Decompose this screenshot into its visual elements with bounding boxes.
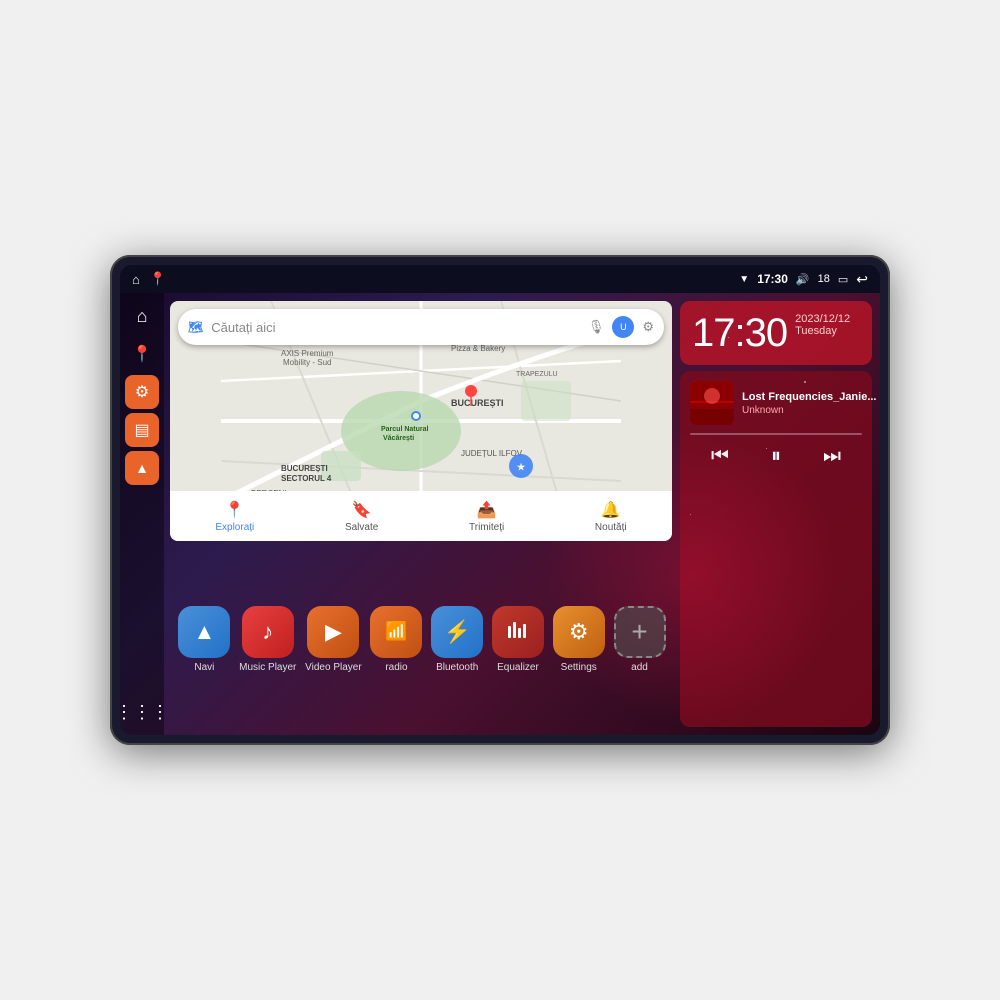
svg-text:BUCUREȘTI: BUCUREȘTI	[451, 398, 504, 408]
navi-icon: ▲	[193, 619, 215, 645]
app-navi[interactable]: ▲ Navi	[178, 606, 230, 673]
device-screen: ⌂ 📍 ▼ 17:30 🔊 18 ▭ ↩	[120, 265, 880, 735]
sidebar-item-settings[interactable]: ⚙	[125, 375, 159, 409]
svg-text:★: ★	[517, 462, 526, 472]
clock-widget: 17:30 2023/12/12 Tuesday	[680, 301, 872, 365]
add-icon: +	[631, 616, 647, 648]
app-bluetooth[interactable]: ⚡ Bluetooth	[431, 606, 483, 673]
center-area: Parcul Natural Văcărești AXIS Premium Mo…	[164, 293, 680, 735]
svg-text:Văcărești: Văcărești	[383, 435, 414, 442]
video-player-label: Video Player	[305, 662, 362, 673]
time-display: 17:30	[757, 272, 788, 286]
equalizer-label: Equalizer	[497, 662, 539, 673]
sidebar-item-navigation[interactable]: ▲	[125, 451, 159, 485]
music-widget: Lost Frequencies_Janie... Unknown ⏮ ⏸ ⏭	[680, 371, 872, 727]
settings-icon: ⚙	[569, 619, 589, 645]
svg-text:Pizza & Bakery: Pizza & Bakery	[451, 344, 505, 353]
music-play-pause-button[interactable]: ⏸	[771, 445, 781, 468]
music-player-label: Music Player	[239, 662, 296, 673]
news-icon: 🔔	[601, 500, 621, 520]
bluetooth-icon: ⚡	[444, 619, 471, 645]
app-music-player[interactable]: ♪ Music Player	[239, 606, 296, 673]
mic-icon[interactable]: 🎙	[588, 319, 605, 335]
saved-icon: 🔖	[352, 500, 372, 520]
clock-time: 17:30	[692, 313, 787, 353]
album-art-svg	[690, 381, 734, 425]
svg-text:Mobility - Sud: Mobility - Sud	[283, 358, 331, 367]
home-status-icon[interactable]: ⌂	[132, 272, 140, 287]
sidebar-item-maps[interactable]: 📍	[125, 337, 159, 371]
share-label: Trimiteți	[469, 522, 504, 533]
svg-text:AXIS Premium: AXIS Premium	[281, 349, 334, 358]
music-prev-button[interactable]: ⏮	[711, 445, 729, 468]
svg-text:Parcul Natural: Parcul Natural	[381, 426, 429, 433]
map-search-bar[interactable]: 🗺 Căutați aici 🎙 U ⚙	[178, 309, 664, 345]
bluetooth-label: Bluetooth	[436, 662, 478, 673]
video-player-icon: ▶	[325, 619, 342, 645]
clock-day: Tuesday	[795, 325, 850, 337]
music-next-button[interactable]: ⏭	[823, 445, 841, 468]
map-nav-explore[interactable]: 📍 Explorați	[215, 500, 254, 533]
music-progress-bar[interactable]	[690, 433, 862, 435]
music-album-art	[690, 381, 734, 425]
wifi-icon: ▼	[739, 274, 749, 285]
volume-icon: 🔊	[796, 273, 810, 286]
device-frame: ⌂ 📍 ▼ 17:30 🔊 18 ▭ ↩	[110, 255, 890, 745]
google-maps-logo: 🗺	[188, 320, 203, 334]
battery-icon: ▭	[838, 273, 848, 286]
navi-label: Navi	[194, 662, 214, 673]
clock-date: 2023/12/12	[795, 313, 850, 325]
back-icon[interactable]: ↩	[856, 271, 868, 288]
app-video-player[interactable]: ▶ Video Player	[305, 606, 362, 673]
svg-text:SECTORUL 4: SECTORUL 4	[281, 474, 332, 483]
sidebar-item-home[interactable]: ⌂	[125, 299, 159, 333]
status-bar-left: ⌂ 📍	[132, 271, 166, 287]
news-label: Noutăți	[595, 522, 627, 533]
radio-icon: 📶	[385, 621, 407, 642]
app-equalizer[interactable]: Equalizer	[492, 606, 544, 673]
app-icons-row: ▲ Navi ♪ Music Player ▶ V	[164, 547, 680, 735]
sidebar-item-files[interactable]: ▤	[125, 413, 159, 447]
settings-label: Settings	[561, 662, 597, 673]
music-controls: ⏮ ⏸ ⏭	[690, 445, 862, 468]
map-panel[interactable]: Parcul Natural Văcărești AXIS Premium Mo…	[170, 301, 672, 541]
app-radio[interactable]: 📶 radio	[370, 606, 422, 673]
svg-text:TRAPEZULU: TRAPEZULU	[516, 371, 558, 378]
equalizer-icon	[504, 618, 532, 646]
main-content: ⌂ 📍 ⚙ ▤ ▲ ⋮⋮⋮	[120, 293, 880, 735]
music-player-icon: ♪	[262, 619, 273, 645]
explore-icon: 📍	[225, 500, 245, 520]
status-bar-right: ▼ 17:30 🔊 18 ▭ ↩	[739, 271, 868, 288]
svg-text:BUCUREȘTI: BUCUREȘTI	[281, 464, 328, 473]
music-artist: Unknown	[742, 405, 877, 416]
app-settings[interactable]: ⚙ Settings	[553, 606, 605, 673]
radio-label: radio	[385, 662, 407, 673]
map-settings-icon[interactable]: ⚙	[642, 319, 654, 335]
clock-date-container: 2023/12/12 Tuesday	[795, 313, 850, 337]
saved-label: Salvate	[345, 522, 378, 533]
explore-label: Explorați	[215, 522, 254, 533]
svg-text:JUDEȚUL ILFOV: JUDEȚUL ILFOV	[461, 449, 523, 458]
music-title: Lost Frequencies_Janie...	[742, 391, 877, 403]
map-search-input[interactable]: Căutați aici	[211, 320, 580, 335]
right-panel: 17:30 2023/12/12 Tuesday	[680, 293, 880, 735]
sidebar-grid-button[interactable]: ⋮⋮⋮	[125, 695, 159, 729]
map-nav-saved[interactable]: 🔖 Salvate	[345, 500, 378, 533]
map-bottom-bar: 📍 Explorați 🔖 Salvate 📤 Trimiteți �	[170, 491, 672, 541]
music-info: Lost Frequencies_Janie... Unknown	[742, 391, 877, 416]
user-avatar[interactable]: U	[612, 316, 634, 338]
maps-status-icon[interactable]: 📍	[150, 271, 166, 287]
music-track-info: Lost Frequencies_Janie... Unknown	[690, 381, 862, 425]
map-nav-share[interactable]: 📤 Trimiteți	[469, 500, 504, 533]
sidebar: ⌂ 📍 ⚙ ▤ ▲ ⋮⋮⋮	[120, 293, 164, 735]
share-icon: 📤	[477, 500, 497, 520]
map-nav-news[interactable]: 🔔 Noutăți	[595, 500, 627, 533]
app-add[interactable]: + add	[614, 606, 666, 673]
battery-level: 18	[818, 273, 830, 285]
add-label: add	[631, 662, 648, 673]
status-bar: ⌂ 📍 ▼ 17:30 🔊 18 ▭ ↩	[120, 265, 880, 293]
